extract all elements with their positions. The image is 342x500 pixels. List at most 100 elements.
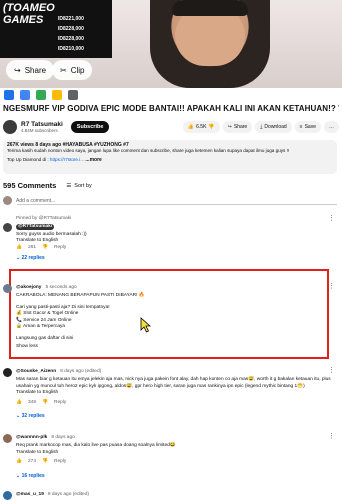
comment-text: CAKRABOLA: MENANG BERAPAPUN PASTI DIBAYA…: [3, 293, 337, 351]
app-icon[interactable]: [36, 90, 46, 100]
overlay-number: ID8228,000: [58, 26, 84, 32]
comment-like-count: 261: [27, 244, 36, 250]
thumbs-up-icon: 👍: [187, 124, 195, 130]
comment-count: 595 Comments: [3, 181, 57, 190]
thumbs-up-icon[interactable]: 👍: [16, 459, 22, 466]
comment-avatar[interactable]: [3, 434, 12, 443]
channel-subscribers: 4.84M subscribers: [21, 128, 58, 133]
comment-author[interactable]: @wannnn-plk: [16, 435, 47, 442]
comment-text: Mas saran biar g ketauan itu emya jeleki…: [16, 377, 331, 389]
add-comment-input[interactable]: Add a comment...: [16, 198, 55, 204]
more-icon: …: [329, 124, 334, 130]
description-text: Terima kasih sudah nonton video saya, ja…: [7, 148, 290, 153]
more-link[interactable]: ...more: [85, 157, 101, 163]
save-button[interactable]: ≡ Save: [294, 121, 321, 133]
sort-icon: ☰: [66, 182, 72, 189]
thumbs-down-icon[interactable]: 👎: [42, 245, 48, 252]
channel-info: R7 Tatsumaki 4.84M subscribers: [21, 121, 63, 133]
topup-label: Top Up Diamond di :: [7, 157, 50, 162]
mouse-cursor-icon: [140, 317, 152, 333]
download-button[interactable]: ⤓ Download: [255, 121, 292, 133]
overlay-number: ID8210,000: [58, 46, 84, 52]
streamer-image: [150, 0, 270, 88]
comment-time: 8 days ago: [51, 435, 75, 441]
clip-overlay-button[interactable]: ✂ Clip: [52, 60, 93, 80]
reply-button[interactable]: Reply: [54, 245, 66, 252]
overlay-number: ID8228,000: [58, 36, 84, 42]
comment-line: Langsung gas daftar di sini: [16, 335, 74, 341]
app-icon[interactable]: [52, 90, 62, 100]
user-avatar: [3, 196, 12, 205]
video-actions: 👍 6.5K 👎 ↪ Share ⤓ Download ≡ Save …: [182, 121, 339, 133]
comment-like-count: 274: [27, 459, 36, 464]
thumbs-up-icon[interactable]: 👍: [16, 245, 22, 252]
share-overlay-button[interactable]: ↪ Share: [6, 60, 55, 80]
more-actions-button[interactable]: …: [324, 121, 339, 133]
sort-by-button[interactable]: ☰ Sort by: [66, 183, 91, 189]
replies-count: 16 replies: [21, 472, 45, 479]
replies-toggle[interactable]: ⌄ 32 replies: [3, 413, 337, 420]
comment-avatar[interactable]: [3, 284, 12, 293]
topup-link[interactable]: https://r7store.i...: [50, 157, 84, 162]
comment-actions: 👍 349 👎 Reply: [3, 400, 337, 407]
comment-time: 8 days ago (edited): [47, 492, 89, 498]
comment-item: @Souske_Aizenn 8 days ago (edited) Mas sa…: [3, 367, 337, 420]
like-count: 6.5K: [196, 124, 207, 130]
share-icon: ↪: [227, 124, 232, 130]
comments-header: 595 Comments ☰ Sort by: [3, 181, 92, 190]
reply-button[interactable]: Reply: [54, 400, 66, 407]
add-comment-row[interactable]: Add a comment...: [3, 196, 337, 205]
more-vert-icon[interactable]: ⋮: [328, 215, 335, 223]
add-comment-underline: [17, 204, 337, 205]
more-vert-icon[interactable]: ⋮: [328, 283, 335, 291]
video-player[interactable]: (TOAMEO GAMES ID8221,000 ID8228,000 ID82…: [0, 0, 342, 88]
comment-author[interactable]: @R7Tatsumaki: [16, 223, 55, 231]
comment-time: 5 seconds ago: [45, 285, 77, 291]
video-overlay-numbers: ID8221,000 ID8228,000 ID8228,000 ID8210,…: [58, 14, 84, 54]
replies-count: 22 replies: [21, 255, 45, 261]
share-overlay-label: Share: [24, 65, 47, 75]
description-box[interactable]: 267K views 8 days ago #HAYABUSA #YUZHONG…: [3, 140, 337, 174]
channel-name[interactable]: R7 Tatsumaki: [21, 121, 63, 128]
scissors-icon: ✂: [60, 65, 67, 75]
replies-toggle[interactable]: ⌄ 22 replies: [3, 255, 337, 262]
comment-like-count: 349: [27, 399, 36, 405]
like-button[interactable]: 👍 6.5K 👎: [182, 121, 220, 133]
show-less-link[interactable]: Show less: [16, 344, 337, 351]
comment-item: @mas_u_19 8 days ago (edited): [3, 491, 337, 500]
comment-author[interactable]: @Souske_Aizenn: [16, 369, 56, 376]
extension-icons: [0, 88, 342, 102]
comment-avatar[interactable]: [3, 222, 12, 232]
channel-row: R7 Tatsumaki 4.84M subscribers Subscribe…: [3, 118, 339, 136]
share-button[interactable]: ↪ Share: [222, 121, 253, 133]
share-icon: ↪: [14, 65, 21, 75]
reply-button[interactable]: Reply: [54, 459, 66, 466]
comment-avatar[interactable]: [3, 368, 12, 377]
app-icon[interactable]: [4, 90, 14, 100]
subscribe-button[interactable]: Subscribe: [70, 121, 110, 133]
thumbs-down-icon[interactable]: 👎: [42, 400, 48, 407]
app-icon[interactable]: [68, 90, 78, 100]
more-vert-icon[interactable]: ⋮: [328, 367, 335, 375]
download-label: Download: [264, 124, 287, 130]
comment-author[interactable]: @mas_u_19: [16, 492, 44, 499]
replies-toggle[interactable]: ⌄ 16 replies: [3, 473, 337, 480]
comment-avatar[interactable]: [3, 491, 12, 500]
more-vert-icon[interactable]: ⋮: [328, 433, 335, 441]
thumbs-down-icon[interactable]: 👎: [42, 459, 48, 466]
thumbs-down-icon[interactable]: 👎: [208, 124, 214, 130]
translate-link[interactable]: Translate to English: [3, 390, 337, 397]
save-icon: ≡: [299, 124, 303, 130]
channel-avatar[interactable]: [3, 120, 17, 134]
share-label: Share: [233, 124, 248, 130]
video-overlay-title: (TOAMEO GAMES: [3, 2, 55, 26]
translate-link[interactable]: Translate to English: [3, 450, 337, 457]
thumbs-up-icon[interactable]: 👍: [16, 400, 22, 407]
video-title: NGESMURF VIP GODIVA EPIC MODE BANTAI!! A…: [3, 104, 339, 113]
app-icon[interactable]: [20, 90, 30, 100]
comment-actions: 👍 274 👎 Reply: [3, 459, 337, 466]
replies-count: 32 replies: [21, 413, 45, 419]
comment-item: @akoejony 5 seconds ago CAKRABOLA: MENANG…: [3, 283, 337, 351]
comment-author[interactable]: @akoejony: [16, 285, 41, 292]
sort-label: Sort by: [74, 182, 92, 189]
